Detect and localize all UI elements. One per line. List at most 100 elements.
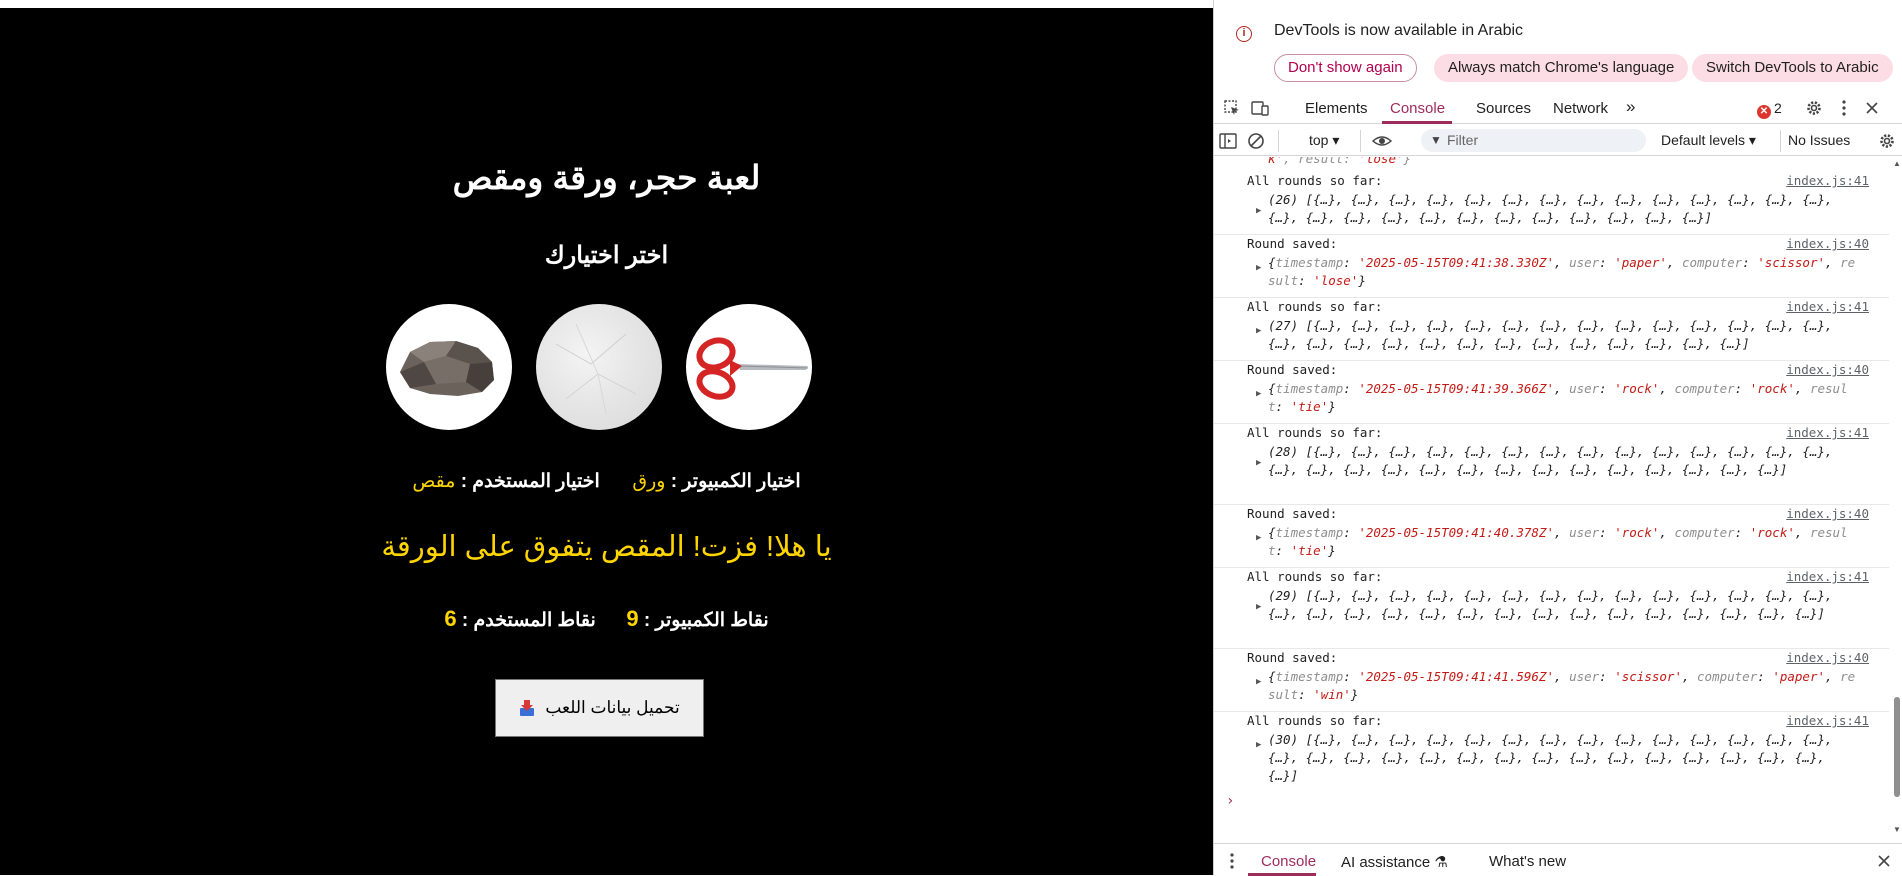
info-icon: i — [1236, 26, 1252, 42]
log-array-preview[interactable]: (26) [{…}, {…}, {…}, {…}, {…}, {…}, {…},… — [1268, 191, 1858, 227]
console-scrollbar[interactable]: ▲ ▼ — [1891, 157, 1902, 837]
expand-triangle-icon[interactable]: ▶ — [1256, 740, 1261, 750]
array-items: [{…}, {…}, {…}, {…}, {…}, {…}, {…}, {…},… — [1268, 732, 1833, 783]
tab-elements[interactable]: Elements — [1305, 100, 1368, 117]
sidebar-toggle-icon[interactable] — [1218, 131, 1238, 151]
download-icon — [520, 700, 535, 716]
tab-console[interactable]: Console — [1390, 100, 1445, 117]
scrollbar-thumb[interactable] — [1894, 697, 1900, 797]
computer-choice-label: اختيار الكمبيوتر : — [670, 471, 801, 492]
source-link[interactable]: index.js:40 — [1786, 362, 1869, 377]
drawer-tabbar: Console AI assistance ⚗ What's new — [1214, 843, 1902, 876]
log-label: Round saved: — [1247, 362, 1338, 377]
rock-choice[interactable] — [386, 304, 512, 430]
computer-score-label: نقاط الكمبيوتر : — [643, 610, 769, 631]
log-object-preview[interactable]: {timestamp: '2025-05-15T09:41:38.330Z', … — [1268, 254, 1858, 290]
log-array-preview[interactable]: (29) [{…}, {…}, {…}, {…}, {…}, {…}, {…},… — [1268, 587, 1858, 623]
log-object-preview[interactable]: {timestamp: '2025-05-15T09:41:41.596Z', … — [1268, 668, 1858, 704]
download-data-button[interactable]: تحميل بيانات اللعب — [495, 679, 704, 737]
array-count: (27) — [1268, 318, 1299, 333]
choose-prompt: اختر اختيارك — [544, 242, 669, 269]
more-tabs-icon[interactable]: » — [1626, 97, 1635, 117]
log-label: Round saved: — [1247, 506, 1338, 521]
log-array-preview[interactable]: (30) [{…}, {…}, {…}, {…}, {…}, {…}, {…},… — [1268, 731, 1858, 785]
scoreboard: نقاط الكمبيوتر : 9 نقاط المستخدم : 6 — [0, 606, 1213, 632]
toolbar-divider — [1278, 130, 1279, 152]
log-levels-dropdown[interactable]: Default levels ▾ — [1661, 132, 1756, 149]
close-devtools-icon[interactable] — [1862, 98, 1882, 118]
expand-triangle-icon[interactable]: ▶ — [1256, 326, 1261, 336]
source-link[interactable]: index.js:41 — [1786, 569, 1869, 584]
log-label: All rounds so far: — [1247, 299, 1383, 314]
expand-triangle-icon[interactable]: ▶ — [1256, 389, 1261, 399]
array-count: (29) — [1268, 588, 1299, 603]
computer-value: 'rock' — [1749, 381, 1795, 396]
drawer-menu-icon[interactable] — [1222, 851, 1242, 871]
expand-triangle-icon[interactable]: ▶ — [1256, 602, 1261, 612]
expand-triangle-icon[interactable]: ▶ — [1256, 458, 1261, 468]
clear-console-icon[interactable] — [1246, 131, 1266, 151]
log-entry: Round saved: index.js:40 ▶ {timestamp: '… — [1214, 236, 1889, 298]
log-levels-value: Default levels — [1661, 132, 1746, 148]
timestamp-value: '2025-05-15T09:41:41.596Z' — [1358, 669, 1554, 684]
source-link[interactable]: index.js:40 — [1786, 236, 1869, 251]
switch-to-arabic-button[interactable]: Switch DevTools to Arabic — [1692, 54, 1893, 82]
error-count-badge[interactable]: ✕ 2 — [1757, 100, 1782, 119]
page-top-strip — [0, 0, 1213, 8]
tab-network[interactable]: Network — [1553, 100, 1608, 117]
log-label: Round saved: — [1247, 236, 1338, 251]
tab-sources[interactable]: Sources — [1476, 100, 1531, 117]
issues-counter[interactable]: No Issues — [1788, 132, 1850, 148]
log-object-preview[interactable]: {timestamp: '2025-05-15T09:41:40.378Z', … — [1268, 524, 1858, 560]
source-link[interactable]: index.js:40 — [1786, 506, 1869, 521]
console-log: k', result: 'lose'} All rounds so far: i… — [1214, 157, 1889, 837]
log-array-preview[interactable]: (28) [{…}, {…}, {…}, {…}, {…}, {…}, {…},… — [1268, 443, 1858, 479]
language-infobar: i DevTools is now available in Arabic Do… — [1214, 0, 1902, 90]
expand-triangle-icon[interactable]: ▶ — [1256, 533, 1261, 543]
dont-show-again-button[interactable]: Don't show again — [1274, 54, 1417, 82]
filter-placeholder: Filter — [1447, 132, 1479, 148]
settings-gear-icon[interactable] — [1804, 98, 1824, 118]
console-prompt[interactable]: › — [1226, 793, 1234, 809]
source-link[interactable]: index.js:41 — [1786, 425, 1869, 440]
array-items: [{…}, {…}, {…}, {…}, {…}, {…}, {…}, {…},… — [1268, 318, 1833, 351]
source-link[interactable]: index.js:40 — [1786, 650, 1869, 665]
array-count: (28) — [1268, 444, 1299, 459]
drawer-tab-ai-assistance[interactable]: AI assistance ⚗ — [1341, 853, 1448, 871]
console-settings-icon[interactable] — [1877, 131, 1897, 151]
context-selector[interactable]: top ▾ — [1309, 132, 1339, 149]
source-link[interactable]: index.js:41 — [1786, 299, 1869, 314]
filter-input[interactable]: ▼ Filter — [1421, 129, 1646, 152]
paper-choice[interactable] — [536, 304, 662, 430]
expand-triangle-icon[interactable]: ▶ — [1256, 263, 1261, 273]
source-link[interactable]: index.js:41 — [1786, 173, 1869, 188]
scroll-up-arrow-icon[interactable]: ▲ — [1893, 159, 1901, 168]
device-toolbar-icon[interactable] — [1250, 98, 1270, 118]
expand-triangle-icon[interactable]: ▶ — [1256, 206, 1261, 216]
close-drawer-icon[interactable] — [1874, 851, 1894, 871]
live-expression-eye-icon[interactable] — [1372, 131, 1392, 151]
computer-choice-value: ورق — [632, 471, 666, 492]
scissor-image — [696, 337, 809, 400]
game-title: لعبة حجر، ورقة ومقص — [452, 159, 761, 196]
context-value: top — [1309, 132, 1329, 148]
always-match-language-button[interactable]: Always match Chrome's language — [1434, 54, 1689, 82]
log-entry: All rounds so far: index.js:41 ▶ (28) [{… — [1214, 425, 1889, 505]
computer-score: 9 — [626, 606, 639, 631]
inspect-element-icon[interactable] — [1222, 98, 1242, 118]
expand-triangle-icon[interactable]: ▶ — [1256, 677, 1261, 687]
source-link[interactable]: index.js:41 — [1786, 713, 1869, 728]
user-value: 'scissor' — [1614, 669, 1682, 684]
log-array-preview[interactable]: (27) [{…}, {…}, {…}, {…}, {…}, {…}, {…},… — [1268, 317, 1858, 353]
more-options-icon[interactable] — [1834, 98, 1854, 118]
choices-row — [0, 304, 1213, 430]
result-value: 'tie' — [1290, 399, 1329, 414]
scissor-choice[interactable] — [686, 304, 812, 430]
ai-assistance-label: AI assistance — [1341, 854, 1431, 871]
user-value: 'rock' — [1614, 525, 1660, 540]
scroll-down-arrow-icon[interactable]: ▼ — [1893, 825, 1901, 834]
drawer-tab-console[interactable]: Console — [1261, 853, 1316, 870]
devtools-panel: i DevTools is now available in Arabic Do… — [1213, 0, 1902, 876]
drawer-tab-whats-new[interactable]: What's new — [1489, 853, 1566, 870]
log-object-preview[interactable]: {timestamp: '2025-05-15T09:41:39.366Z', … — [1268, 380, 1858, 416]
